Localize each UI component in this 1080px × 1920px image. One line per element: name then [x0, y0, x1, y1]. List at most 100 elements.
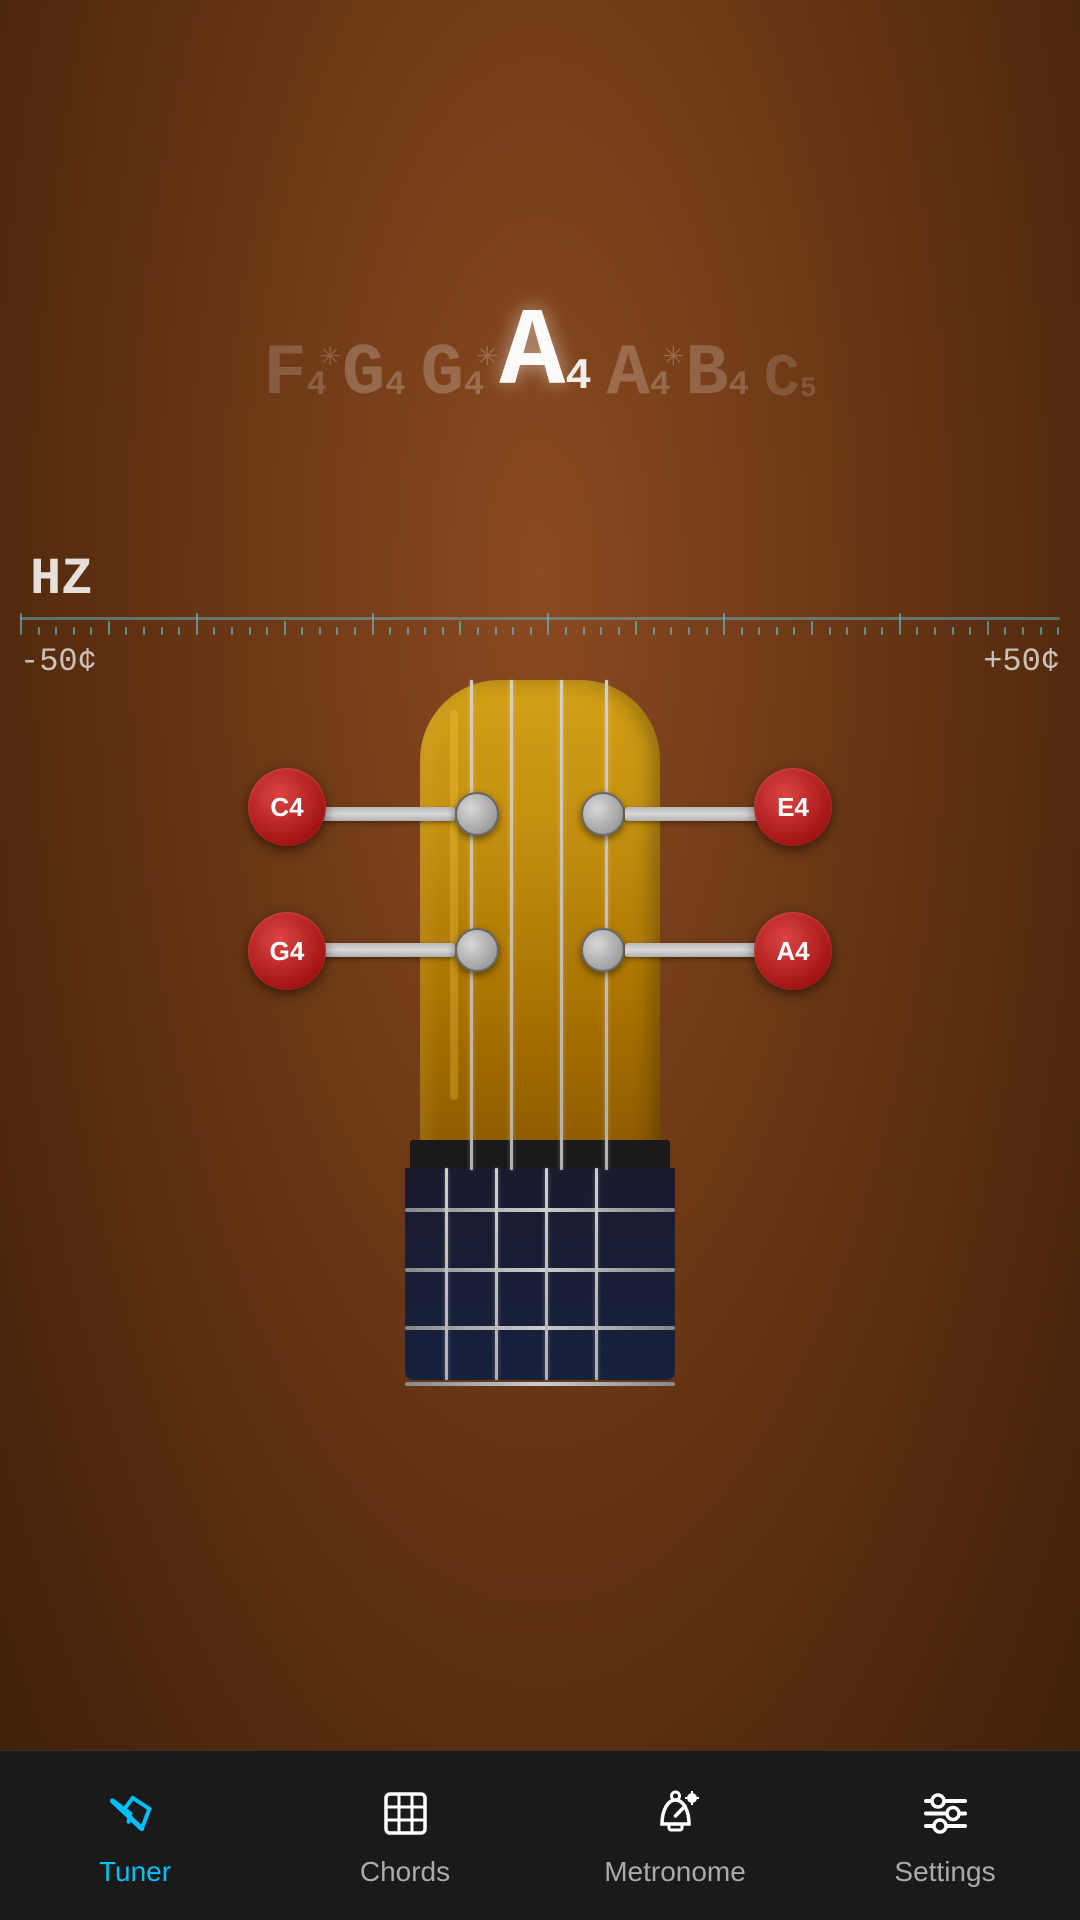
headstock-body	[420, 680, 660, 1160]
peg-knob-tl	[455, 792, 499, 836]
string-2-fret	[495, 1168, 498, 1380]
tick-mark	[90, 627, 92, 635]
string-1-fret	[445, 1168, 448, 1380]
tick-mark	[653, 627, 655, 635]
peg-knob-tr	[581, 792, 625, 836]
tick-mark	[249, 627, 251, 635]
peg-arm-bl	[315, 943, 455, 957]
note-f4: F ✳ 4	[263, 338, 327, 410]
tuner-icon	[105, 1784, 165, 1844]
fretboard	[405, 1168, 675, 1380]
tick-mark	[1057, 627, 1059, 635]
tick-mark	[143, 627, 145, 635]
headstock-body-shape	[420, 680, 660, 1380]
tick-mark	[512, 627, 514, 635]
string-4	[605, 680, 608, 1170]
tick-container	[20, 605, 1060, 635]
tick-mark	[108, 621, 110, 635]
cents-high: +50¢	[983, 643, 1060, 680]
string-3	[560, 680, 563, 1170]
string-4-fret	[595, 1168, 598, 1380]
guitar-headstock-container: C4 E4 G4 A4	[240, 680, 840, 1380]
nav-item-tuner[interactable]: Tuner	[0, 1751, 270, 1920]
string-3-fret	[545, 1168, 548, 1380]
tick-mark	[565, 627, 567, 635]
nav-label-settings: Settings	[894, 1856, 995, 1888]
tick-mark	[1004, 627, 1006, 635]
tick-mark	[776, 627, 778, 635]
tick-mark	[284, 621, 286, 635]
tick-mark	[477, 627, 479, 635]
note-badge-c4-label: C4	[270, 792, 303, 823]
nav-item-chords[interactable]: Chords	[270, 1751, 540, 1920]
peg-arm-tl	[315, 807, 455, 821]
tick-mark	[424, 627, 426, 635]
peg-arm-tr	[625, 807, 765, 821]
tick-mark	[178, 627, 180, 635]
chords-icon	[375, 1784, 435, 1844]
tick-mark	[881, 627, 883, 635]
tick-mark	[407, 627, 409, 635]
tick-mark	[934, 627, 936, 635]
headstock-highlight	[450, 710, 458, 1100]
peg-knob-br	[581, 928, 625, 972]
note-g4sharp: G ✳ 4	[421, 338, 485, 410]
nav-label-metronome: Metronome	[604, 1856, 746, 1888]
note-badge-a4[interactable]: A4	[754, 912, 832, 990]
settings-icon	[915, 1784, 975, 1844]
note-badge-g4[interactable]: G4	[248, 912, 326, 990]
tick-mark	[125, 627, 127, 635]
tick-mark	[301, 627, 303, 635]
nav-label-chords: Chords	[360, 1856, 450, 1888]
tick-mark	[38, 627, 40, 635]
tick-mark	[459, 621, 461, 635]
tick-mark	[829, 627, 831, 635]
hz-label: HZ	[30, 550, 92, 609]
string-2	[510, 680, 513, 1170]
tick-mark	[266, 627, 268, 635]
bottom-nav: Tuner Chords	[0, 1750, 1080, 1920]
tick-mark	[846, 627, 848, 635]
tick-mark	[530, 627, 532, 635]
tick-mark	[583, 627, 585, 635]
tick-mark	[618, 627, 620, 635]
note-badge-e4-label: E4	[777, 792, 809, 823]
tick-mark	[969, 627, 971, 635]
note-row: F ✳ 4 G 4 G ✳ 4 A 4 A ✳ 4 B 4	[0, 280, 1080, 430]
tick-mark	[336, 627, 338, 635]
note-badge-e4[interactable]: E4	[754, 768, 832, 846]
note-badge-c4[interactable]: C4	[248, 768, 326, 846]
tick-mark	[952, 627, 954, 635]
nut	[410, 1140, 670, 1170]
tick-mark	[793, 627, 795, 635]
tick-mark	[442, 627, 444, 635]
cents-labels: -50¢ +50¢	[20, 643, 1060, 680]
tuner-bar	[0, 605, 1080, 635]
tick-mark	[73, 627, 75, 635]
note-badge-g4-label: G4	[270, 936, 305, 967]
tuner-bar-line	[20, 617, 1060, 620]
tick-mark	[319, 627, 321, 635]
tick-mark	[55, 627, 57, 635]
nav-item-metronome[interactable]: Metronome	[540, 1751, 810, 1920]
tick-mark	[741, 627, 743, 635]
note-b4: B 4	[685, 338, 749, 410]
peg-knob-bl	[455, 928, 499, 972]
tick-mark	[811, 621, 813, 635]
note-a4sharp: A ✳ 4	[607, 338, 671, 410]
tick-mark	[706, 627, 708, 635]
tick-mark	[916, 627, 918, 635]
note-c5: C 5	[764, 350, 817, 410]
metronome-icon	[645, 1784, 705, 1844]
tick-mark	[231, 627, 233, 635]
tick-mark	[1040, 627, 1042, 635]
nav-item-settings[interactable]: Settings	[810, 1751, 1080, 1920]
string-1	[470, 680, 473, 1170]
tick-mark	[354, 627, 356, 635]
tick-mark	[688, 627, 690, 635]
tick-mark	[670, 627, 672, 635]
tick-mark	[1022, 627, 1024, 635]
note-g4: G 4	[342, 338, 406, 410]
peg-arm-br	[625, 943, 765, 957]
tick-mark	[864, 627, 866, 635]
